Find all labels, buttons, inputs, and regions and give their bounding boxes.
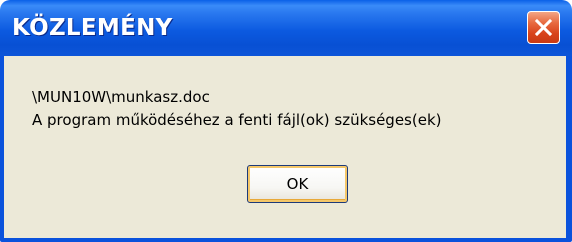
close-icon	[534, 18, 553, 37]
message-text: \MUN10W\munkasz.doc A program működéséhe…	[32, 86, 442, 132]
dialog-title: KÖZLEMÉNY	[12, 15, 173, 41]
message-file-path: \MUN10W\munkasz.doc	[32, 88, 210, 106]
message-description: A program működéséhez a fenti fájl(ok) s…	[32, 111, 442, 129]
window-frame: \MUN10W\munkasz.doc A program működéséhe…	[0, 56, 572, 242]
close-button[interactable]	[527, 11, 560, 44]
title-bar[interactable]: KÖZLEMÉNY	[0, 0, 572, 56]
dialog-window: KÖZLEMÉNY \MUN10W\munkasz.doc A program …	[0, 0, 572, 242]
ok-button[interactable]: OK	[247, 165, 348, 203]
dialog-body: \MUN10W\munkasz.doc A program működéséhe…	[4, 56, 566, 238]
